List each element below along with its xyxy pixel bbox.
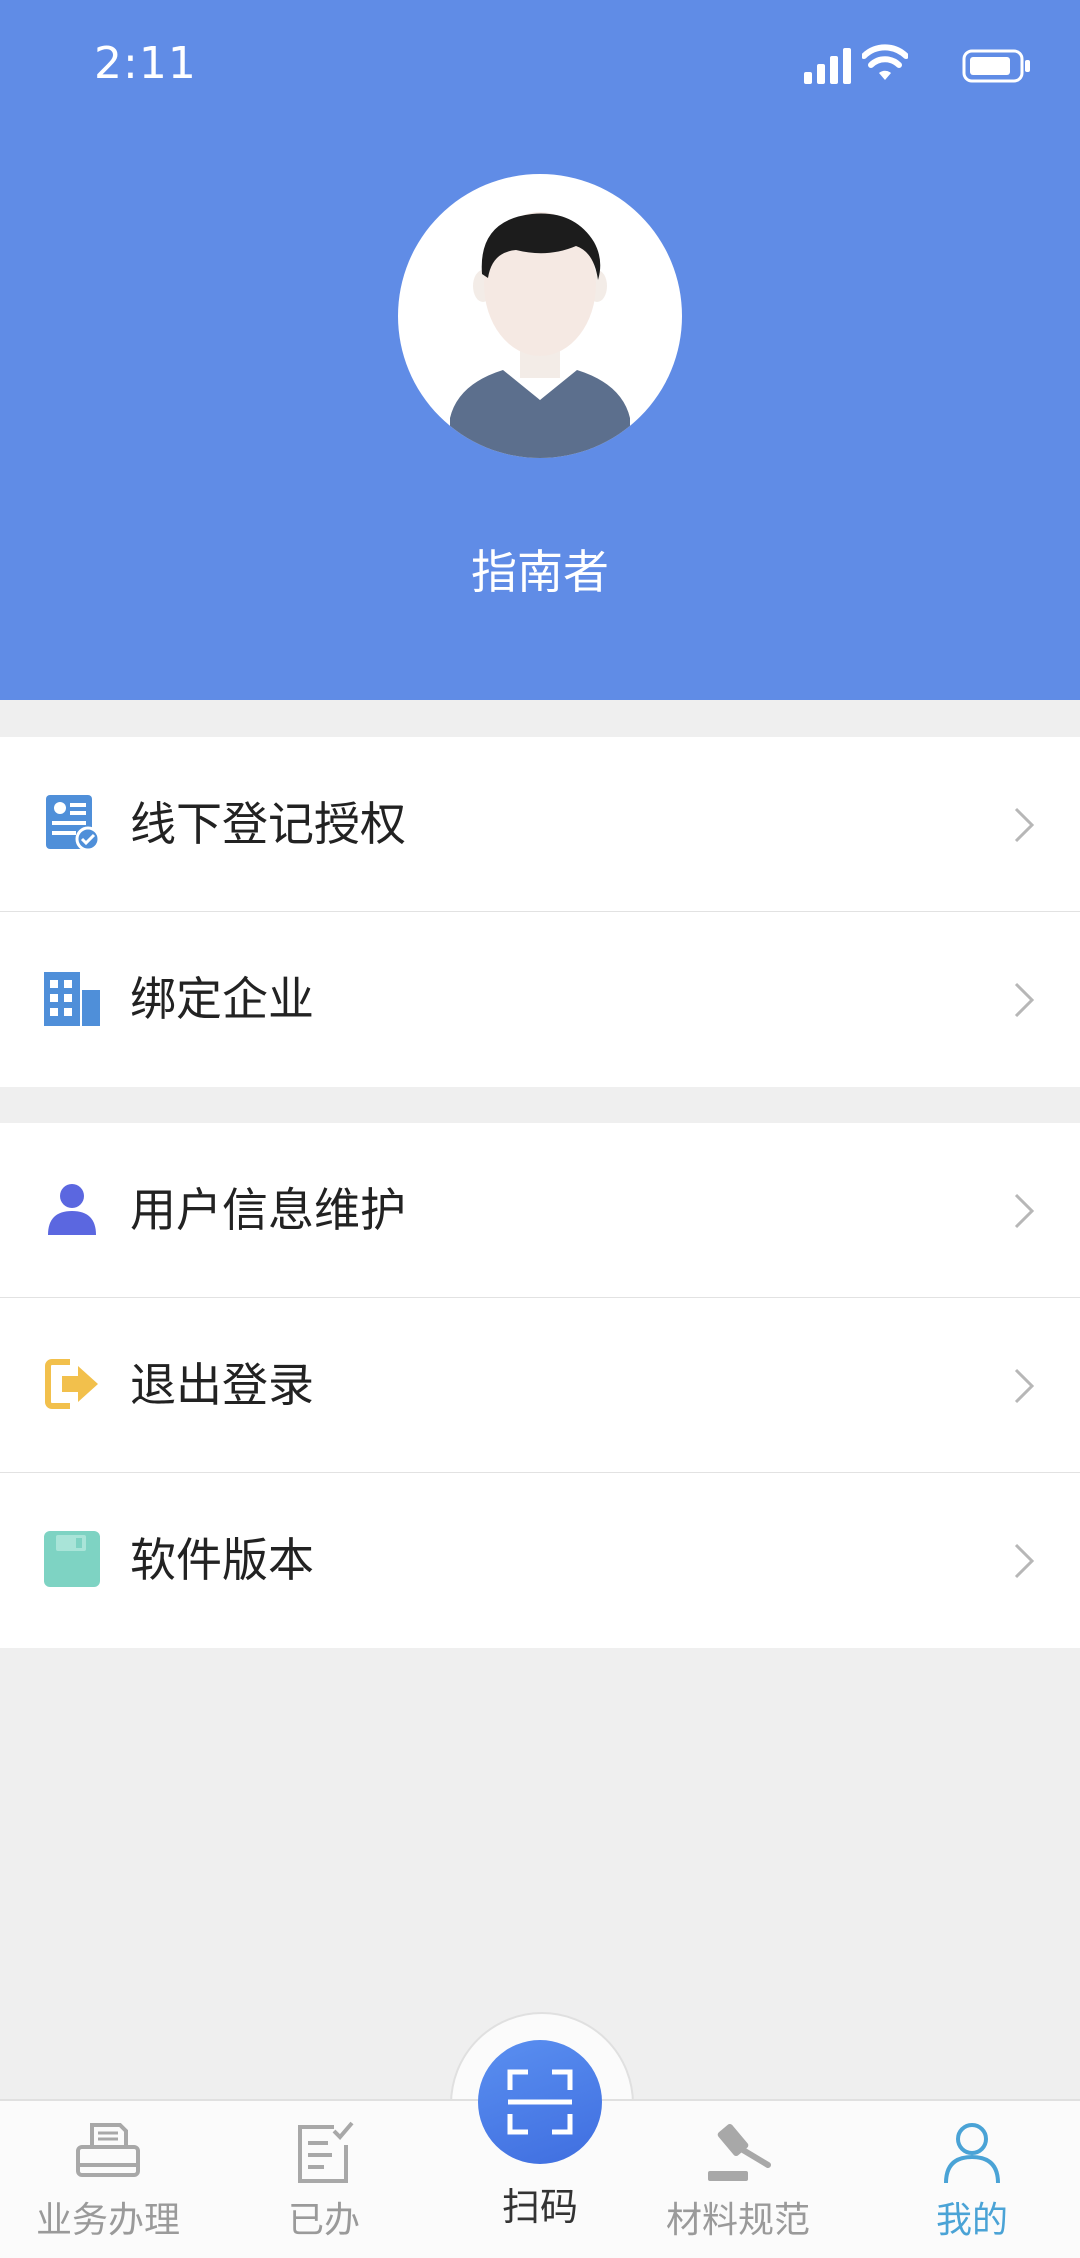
menu-item-bind-enterprise[interactable]: 绑定企业 [0, 912, 1080, 1087]
chevron-right-icon [1014, 1543, 1035, 1579]
menu-item-user-info[interactable]: 用户信息维护 [0, 1123, 1080, 1298]
user-icon [48, 1184, 96, 1235]
battery-icon [962, 49, 1030, 83]
menu-item-software-version[interactable]: 软件版本 [0, 1473, 1080, 1648]
wifi-icon [862, 44, 908, 80]
menu-item-label: 用户信息维护 [130, 1183, 406, 1237]
gavel-icon [708, 2123, 771, 2181]
tab-materials[interactable]: 材料规范 [630, 2099, 846, 2256]
menu-item-label: 退出登录 [130, 1358, 314, 1412]
tab-done[interactable]: 已办 [216, 2099, 432, 2256]
person-icon [944, 2123, 1000, 2184]
tab-mine[interactable]: 我的 [864, 2099, 1080, 2256]
chevron-right-icon [1014, 1193, 1035, 1229]
printer-icon [76, 2123, 140, 2177]
tab-business[interactable]: 业务办理 [0, 2099, 216, 2256]
status-time: 2:11 [94, 38, 197, 89]
tab-label: 材料规范 [665, 2200, 810, 2241]
chevron-right-icon [1014, 982, 1035, 1018]
signal-icon [804, 48, 851, 84]
scan-label[interactable]: 扫码 [440, 2176, 640, 2231]
menu-item-logout[interactable]: 退出登录 [0, 1298, 1080, 1473]
profile-header: 2:11 指南者 [0, 0, 1080, 700]
tab-label: 业务办理 [35, 2200, 180, 2241]
menu-item-label: 线下登记授权 [130, 797, 406, 851]
certificate-icon [46, 795, 101, 852]
menu-group-2: 用户信息维护 退出登录 软件版本 [0, 1123, 1080, 1648]
menu-item-label: 软件版本 [130, 1533, 314, 1587]
chevron-right-icon [1014, 807, 1035, 843]
profile-name: 指南者 [471, 545, 609, 599]
logout-icon [45, 1359, 98, 1409]
menu-item-offline-authorization[interactable]: 线下登记授权 [0, 737, 1080, 912]
tab-label: 我的 [935, 2200, 1008, 2241]
avatar[interactable] [398, 174, 682, 458]
tab-label: 已办 [287, 2200, 360, 2241]
scan-button[interactable] [478, 2040, 602, 2164]
menu-item-label: 绑定企业 [130, 972, 314, 1026]
chevron-right-icon [1014, 1368, 1035, 1404]
save-disk-icon [44, 1531, 100, 1587]
scan-icon [507, 2069, 573, 2135]
menu-group-1: 线下登记授权 绑定企业 [0, 737, 1080, 1087]
avatar-person-icon [450, 212, 630, 458]
done-list-icon [298, 2121, 354, 2183]
building-icon [44, 972, 100, 1026]
